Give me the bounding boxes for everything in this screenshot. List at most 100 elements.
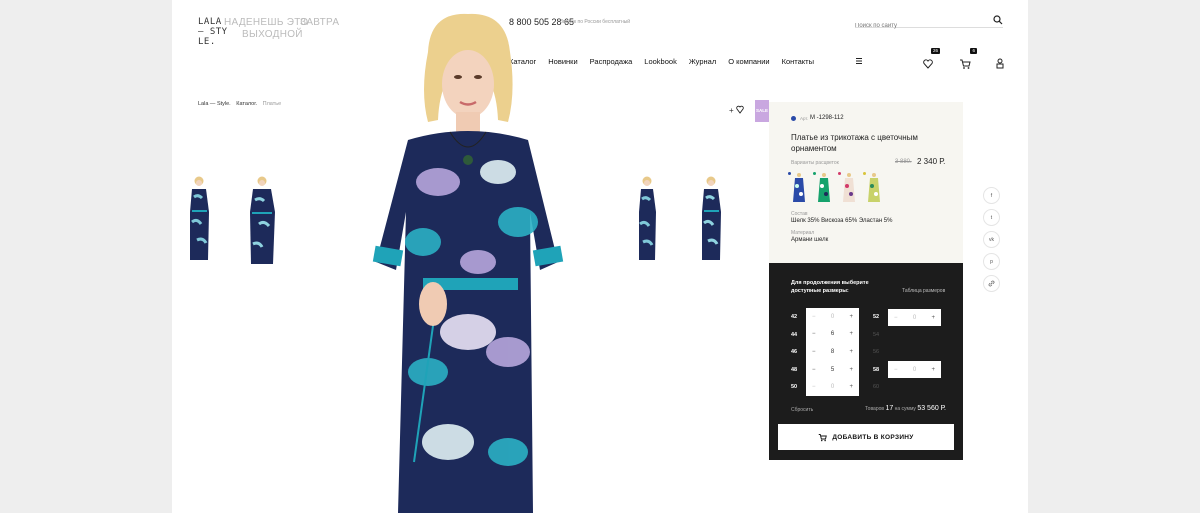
- variant-swatch[interactable]: [838, 172, 857, 202]
- size-label: 50: [791, 384, 798, 390]
- product-thumbnail[interactable]: [694, 172, 728, 264]
- size-label: 52: [873, 314, 880, 320]
- size-instructions: Для продолжения выберите доступные разме…: [791, 280, 869, 294]
- pinterest-icon[interactable]: p: [983, 253, 1000, 270]
- quantity-stepper: − 0 +: [806, 378, 859, 396]
- nav-lookbook[interactable]: Lookbook: [644, 57, 677, 66]
- size-selector-panel: Для продолжения выберите доступные разме…: [769, 263, 963, 460]
- twitter-icon[interactable]: t: [983, 209, 1000, 226]
- quantity-value[interactable]: 0: [913, 367, 916, 373]
- product-thumbnail[interactable]: [630, 172, 664, 264]
- product-main-image[interactable]: [368, 12, 568, 513]
- quantity-stepper: − 8 +: [806, 343, 859, 361]
- quantity-value[interactable]: 8: [831, 349, 834, 355]
- breadcrumb: Lala — Style. Каталог. Платье: [198, 101, 281, 107]
- menu-icon[interactable]: [855, 57, 863, 65]
- plus-button[interactable]: +: [849, 314, 853, 320]
- size-label: 46: [791, 349, 798, 355]
- total-prefix: Товаров: [865, 406, 885, 412]
- quantity-value[interactable]: 0: [831, 384, 834, 390]
- quantity-stepper: − 0 +: [888, 361, 941, 378]
- quantity-value[interactable]: 6: [831, 331, 834, 337]
- quantity-value[interactable]: 0: [831, 314, 834, 320]
- size-label: 44: [791, 332, 798, 338]
- variant-swatch[interactable]: [813, 172, 832, 202]
- product-title: Платье из трикотажа с цветочным орнамент…: [791, 133, 918, 153]
- reset-button[interactable]: Сбросить: [791, 407, 813, 413]
- tagline-line-3: ВЫХОДНОЙ: [242, 29, 303, 40]
- composition-label: Состав: [791, 211, 808, 217]
- minus-button[interactable]: −: [812, 331, 816, 337]
- nav-contacts[interactable]: Контакты: [782, 57, 814, 66]
- quantity-stepper: − 0 +: [888, 309, 941, 326]
- nav-about[interactable]: О компании: [728, 57, 769, 66]
- quantity-value[interactable]: 5: [831, 367, 834, 373]
- size-label: 58: [873, 367, 880, 373]
- article-label: Арт.: [800, 116, 809, 121]
- product-thumbnail[interactable]: [245, 172, 279, 264]
- user-icon[interactable]: [994, 57, 1006, 69]
- material-label: Материал: [791, 230, 815, 236]
- heart-outline-icon: [736, 105, 744, 114]
- total-mid: на сумму: [894, 406, 916, 412]
- favorites-button[interactable]: 26: [922, 48, 940, 75]
- breadcrumb-current: Платье: [262, 101, 282, 107]
- plus-button[interactable]: +: [849, 349, 853, 355]
- minus-button[interactable]: −: [812, 384, 816, 390]
- plus-button[interactable]: +: [849, 331, 853, 337]
- plus-button[interactable]: +: [849, 384, 853, 390]
- plus-button[interactable]: +: [931, 315, 935, 321]
- swatch-dot: [813, 172, 816, 175]
- swatch-dot: [788, 172, 791, 175]
- tagline: НАДЕНЕШЬ ЭТО ЗАВТРА ВЫХОДНОЙ: [224, 17, 339, 41]
- total-sum: 53 560 Р.: [917, 405, 946, 412]
- quantity-value[interactable]: 0: [913, 315, 916, 321]
- phone-note: Звонок по России бесплатный: [560, 19, 631, 25]
- search-bar: [855, 14, 1003, 32]
- size-table-link[interactable]: Таблица размеров: [902, 288, 945, 294]
- quantity-stepper: − 6 +: [806, 325, 859, 344]
- nav-journal[interactable]: Журнал: [689, 57, 716, 66]
- minus-button[interactable]: −: [894, 315, 898, 321]
- minus-button[interactable]: −: [894, 367, 898, 373]
- vk-icon[interactable]: vk: [983, 231, 1000, 248]
- plus-label: +: [729, 106, 734, 115]
- cart-icon: [960, 59, 971, 69]
- plus-button[interactable]: +: [931, 367, 935, 373]
- size-label: 54: [873, 332, 880, 338]
- variant-image: [818, 173, 830, 202]
- search-icon[interactable]: [993, 15, 1003, 25]
- add-to-cart-button[interactable]: ДОБАВИТЬ В КОРЗИНУ: [778, 424, 954, 450]
- size-stepper-column: − 0 + − 6 + − 8 + − 5 + − 0 +: [806, 308, 859, 396]
- facebook-icon[interactable]: f: [983, 187, 1000, 204]
- size-label: 48: [791, 367, 798, 373]
- swatch-dot: [863, 172, 866, 175]
- minus-button[interactable]: −: [812, 314, 816, 320]
- favorites-badge: 26: [930, 48, 940, 54]
- sale-badge: SALE: [755, 100, 769, 122]
- add-to-cart-label: ДОБАВИТЬ В КОРЗИНУ: [832, 433, 914, 441]
- search-input[interactable]: [855, 20, 985, 32]
- variant-swatch[interactable]: [788, 172, 807, 202]
- quantity-stepper: − 5 +: [806, 360, 859, 379]
- chain-link-icon: [988, 280, 995, 287]
- variant-image: [868, 173, 880, 202]
- breadcrumb-home[interactable]: Lala — Style.: [198, 101, 231, 107]
- variant-swatch[interactable]: [863, 172, 882, 202]
- variant-image: [793, 173, 805, 202]
- link-icon[interactable]: [983, 275, 1000, 292]
- add-to-favorites[interactable]: +: [729, 105, 744, 115]
- color-dot: [791, 116, 796, 121]
- size-label: 42: [791, 314, 798, 320]
- nav-sale[interactable]: Распродажа: [590, 57, 633, 66]
- quantity-stepper: − 0 +: [806, 308, 859, 326]
- cart-button[interactable]: 6: [959, 48, 977, 75]
- product-thumbnail[interactable]: [182, 172, 216, 264]
- cart-badge: 6: [970, 48, 977, 54]
- plus-button[interactable]: +: [849, 367, 853, 373]
- breadcrumb-catalog[interactable]: Каталог.: [236, 101, 257, 107]
- minus-button[interactable]: −: [812, 349, 816, 355]
- minus-button[interactable]: −: [812, 367, 816, 373]
- price: 2 340 Р.: [917, 157, 946, 166]
- heart-icon: [923, 59, 933, 69]
